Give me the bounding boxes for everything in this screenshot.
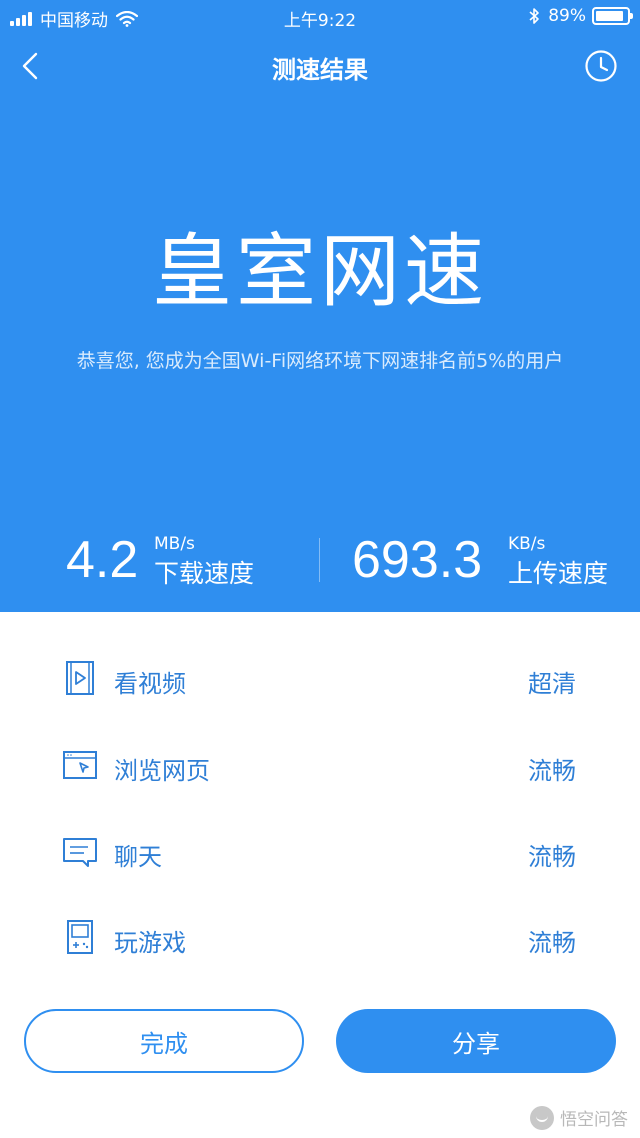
video-icon: [66, 661, 94, 695]
usage-row-browse: 浏览网页 流畅: [0, 725, 640, 811]
usage-label: 聊天: [114, 843, 162, 871]
usage-row-game: 玩游戏 流畅: [0, 897, 640, 983]
usage-label: 看视频: [114, 670, 186, 698]
battery-icon: [592, 7, 633, 25]
ranking-message: 恭喜您, 您成为全国Wi-Fi网络环境下网速排名前5%的用户: [76, 350, 564, 372]
upload-speed-value: 693.3: [352, 531, 483, 589]
bluetooth-icon: [529, 8, 540, 24]
gamepad-icon: [67, 920, 93, 954]
stats-divider: [319, 538, 320, 582]
upload-speed-label: 上传速度: [508, 559, 609, 588]
browser-icon: [63, 751, 97, 779]
usage-row-chat: 聊天 流畅: [0, 811, 640, 897]
clock-icon[interactable]: [584, 49, 618, 83]
usage-label: 玩游戏: [114, 929, 186, 957]
done-button[interactable]: 完成: [24, 1009, 304, 1073]
download-speed-unit: MB/s: [154, 534, 195, 554]
battery-percent: 89%: [548, 6, 586, 26]
usage-quality: 流畅: [528, 757, 576, 785]
status-right: 89%: [528, 6, 633, 26]
page-title: 测速结果: [272, 56, 368, 84]
result-header: 中国移动 上午9:22 89% 测速结果 皇室网速 恭喜您, 您成为全国Wi-F…: [0, 0, 640, 612]
status-bar: 中国移动 上午9:22 89%: [0, 0, 640, 34]
download-speed-label: 下载速度: [154, 559, 255, 588]
watermark-text: 悟空问答: [560, 1110, 628, 1130]
usage-label: 浏览网页: [114, 757, 210, 785]
usage-quality: 超清: [528, 670, 576, 698]
wukong-logo-icon: [530, 1105, 554, 1130]
download-speed-value: 4.2: [66, 531, 139, 589]
chat-icon: [63, 838, 97, 867]
usage-row-video: 看视频 超清: [0, 638, 640, 724]
usage-quality: 流畅: [528, 929, 576, 957]
navigation-bar: 测速结果: [0, 34, 640, 98]
upload-speed-unit: KB/s: [508, 534, 546, 554]
watermark: 悟空问答: [530, 1105, 628, 1130]
usage-quality: 流畅: [528, 843, 576, 871]
speed-rating-headline: 皇室网速: [152, 225, 488, 318]
battery-fill: [596, 11, 623, 21]
share-button[interactable]: 分享: [336, 1009, 616, 1073]
